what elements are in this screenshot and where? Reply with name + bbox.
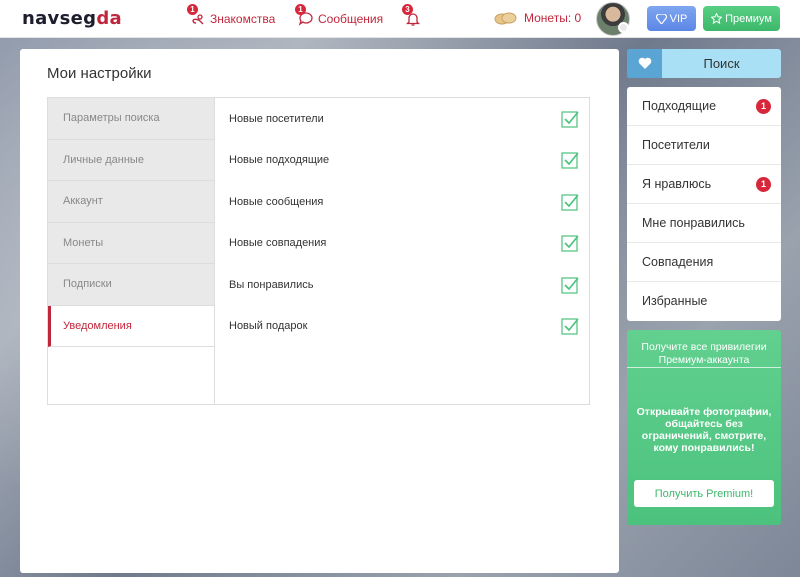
settings-menu: Параметры поиска Личные данные Аккаунт М… <box>48 98 215 404</box>
settings-tab-subscriptions[interactable]: Подписки <box>48 264 215 306</box>
sidebar-item-favorites[interactable]: Избранные <box>627 282 781 321</box>
sidebar-item-label: Посетители <box>642 138 710 152</box>
divider <box>214 98 215 404</box>
sidebar-item-i-liked[interactable]: Мне понравились <box>627 204 781 243</box>
count-badge: 1 <box>756 177 771 192</box>
promo-text: Открывайте фотографии, общайтесь без огр… <box>636 406 772 454</box>
promo-heading: Получите все привилегии Премиум-аккаунта <box>627 330 781 368</box>
coins-icon <box>494 11 518 25</box>
notification-label: Новые совпадения <box>229 237 327 250</box>
bell-icon: 3 <box>402 4 421 27</box>
checkbox-checked-icon[interactable] <box>561 317 579 335</box>
premium-button[interactable]: Премиум <box>703 6 780 31</box>
settings-tab-account[interactable]: Аккаунт <box>48 181 215 223</box>
nav-dating-link[interactable]: 1 Знакомства <box>187 4 276 27</box>
notification-label: Новый подарок <box>229 320 308 333</box>
notification-row: Новый подарок <box>229 306 579 348</box>
sidebar-menu: Подходящие 1 Посетители Я нравлюсь 1 Мне… <box>627 87 781 321</box>
get-premium-button[interactable]: Получить Premium! <box>634 480 774 507</box>
nav-badge: 1 <box>187 4 198 15</box>
nav-dating-label: Знакомства <box>210 12 276 26</box>
sidebar-item-label: Мне понравились <box>642 216 745 230</box>
nav-messages-link[interactable]: 1 Сообщения <box>295 4 384 27</box>
notification-label: Новые подходящие <box>229 154 330 167</box>
search-button[interactable]: Поиск <box>627 49 781 78</box>
coins-label: Монеты: 0 <box>524 11 582 25</box>
checkbox-checked-icon[interactable] <box>561 193 579 211</box>
sidebar-item-visitors[interactable]: Посетители <box>627 126 781 165</box>
settings-tab-coins[interactable]: Монеты <box>48 222 215 264</box>
vip-button[interactable]: VIP <box>647 6 696 31</box>
checkbox-checked-icon[interactable] <box>561 276 579 294</box>
status-dot <box>618 22 629 33</box>
site-logo[interactable]: navsegda <box>22 8 122 29</box>
page-title: Мои настройки <box>47 65 152 82</box>
notification-row: Новые посетители <box>229 98 579 140</box>
sidebar-item-mutual[interactable]: Совпадения <box>627 243 781 282</box>
notification-label: Новые сообщения <box>229 195 324 208</box>
diamond-icon <box>655 13 667 24</box>
count-badge: 1 <box>756 99 771 114</box>
checkbox-checked-icon[interactable] <box>561 234 579 252</box>
nav-badge: 3 <box>402 4 413 15</box>
sidebar-item-matches[interactable]: Подходящие 1 <box>627 87 781 126</box>
chat-bubble-icon: 1 <box>295 4 314 27</box>
settings-tab-notifications[interactable]: Уведомления <box>48 305 215 347</box>
sidebar-item-label: Совпадения <box>642 255 714 269</box>
premium-promo: Получите все привилегии Премиум-аккаунта… <box>627 330 781 525</box>
settings-card: Мои настройки Параметры поиска Личные да… <box>20 49 619 573</box>
notification-row: Вы понравились <box>229 264 579 306</box>
top-navigation-bar: navsegda 1 Знакомства 1 Сообщения 3 Моне… <box>0 0 800 38</box>
settings-panel: Параметры поиска Личные данные Аккаунт М… <box>47 97 590 405</box>
dating-icon: 1 <box>187 4 206 27</box>
search-label: Поиск <box>703 56 740 71</box>
premium-label: Премиум <box>725 12 772 25</box>
sidebar-item-label: Подходящие <box>642 99 717 113</box>
notification-row: Новые сообщения <box>229 181 579 223</box>
sidebar-item-liked-me[interactable]: Я нравлюсь 1 <box>627 165 781 204</box>
nav-notifications-link[interactable]: 3 <box>402 4 421 27</box>
coins-balance[interactable]: Монеты: 0 <box>494 11 581 25</box>
vip-label: VIP <box>669 12 688 25</box>
checkbox-checked-icon[interactable] <box>561 151 579 169</box>
settings-tab-search-params[interactable]: Параметры поиска <box>48 98 215 140</box>
sidebar-item-label: Избранные <box>642 294 708 308</box>
nav-badge: 1 <box>295 4 306 15</box>
heart-icon <box>627 49 662 78</box>
notification-row: Новые подходящие <box>229 140 579 182</box>
settings-tab-personal-data[interactable]: Личные данные <box>48 139 215 181</box>
nav-messages-label: Сообщения <box>318 12 384 26</box>
notification-label: Новые посетители <box>229 112 324 125</box>
sidebar-item-label: Я нравлюсь <box>642 177 712 191</box>
notification-list: Новые посетители Новые подходящие Новые … <box>229 98 579 347</box>
star-icon <box>711 13 723 24</box>
checkbox-checked-icon[interactable] <box>561 110 579 128</box>
notification-label: Вы понравились <box>229 278 314 291</box>
notification-row: Новые совпадения <box>229 223 579 265</box>
